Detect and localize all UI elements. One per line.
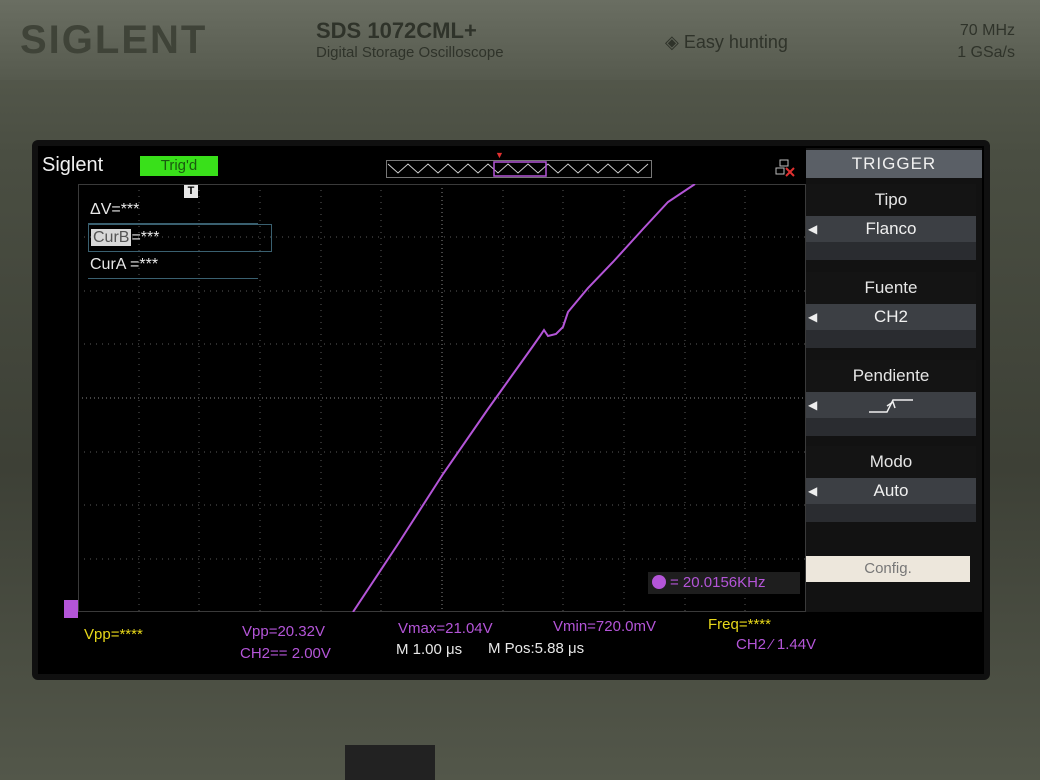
screen-logo: Siglent	[42, 154, 104, 176]
model-name: SDS 1072CML+	[316, 18, 477, 43]
config-button[interactable]: Config.	[806, 556, 970, 582]
mpos-readout: M Pos:5.88 μs	[488, 640, 585, 657]
menu-item-value: CH2	[873, 307, 908, 326]
menu-item-tipo[interactable]: Tipo ◀ Flanco	[806, 184, 976, 260]
vmax-readout: Vmax=21.04V	[398, 620, 493, 637]
timebase-readout: M 1.00 μs	[396, 641, 463, 658]
menu-item-label: Modo	[806, 446, 976, 478]
ch2-scale-readout: CH2== 2.00V	[240, 645, 331, 662]
menu-arrow-icon: ◀	[808, 484, 818, 498]
frequency-value: = 20.0156KHz	[670, 574, 766, 591]
cursor-readout-panel: ΔV=*** CurB =*** CurA =***	[88, 197, 272, 279]
menu-item-label: Pendiente	[806, 360, 976, 392]
sample-rate-label: 1 GSa/s	[957, 44, 1015, 61]
ch2-level-marker	[64, 600, 78, 618]
delta-v-readout: ΔV=***	[88, 197, 258, 224]
trigger-position-marker: ▼	[495, 150, 504, 160]
frequency-counter: = 20.0156KHz	[648, 572, 800, 594]
bottom-connector	[345, 745, 435, 780]
menu-item-modo[interactable]: Modo ◀ Auto	[806, 446, 976, 522]
ch2-trace	[352, 184, 696, 612]
top-panel: SIGLENT SDS 1072CML+ Digital Storage Osc…	[0, 0, 1040, 80]
cur-b-value: =***	[131, 229, 160, 246]
menu-arrow-icon: ◀	[808, 222, 818, 236]
frequency-icon	[652, 575, 666, 590]
menu-arrow-icon: ◀	[808, 310, 818, 324]
vmin-readout: Vmin=720.0mV	[553, 618, 656, 635]
easy-hunting-label: ◈ Easy hunting	[665, 32, 788, 52]
menu-item-value: Auto	[873, 481, 909, 500]
menu-item-pendiente[interactable]: Pendiente ◀	[806, 360, 976, 436]
menu-title: TRIGGER	[806, 150, 982, 178]
cur-b-label: CurB	[91, 229, 132, 246]
ch1-vpp-readout: Vpp=****	[84, 626, 143, 643]
menu-arrow-icon: ◀	[808, 398, 818, 412]
usb-disconnected-icon	[775, 159, 795, 177]
trigger-status-badge: Trig'd	[140, 156, 218, 176]
menu-item-label: Tipo	[806, 184, 976, 216]
cur-b-readout[interactable]: CurB =***	[88, 224, 272, 252]
trigger-level-readout: CH2 ⁄ 1.44V	[736, 636, 817, 653]
ch2-vpp-readout: Vpp=20.32V	[242, 623, 325, 640]
cur-a-readout: CurA =***	[88, 252, 258, 279]
waveform-overview	[386, 160, 652, 178]
brand-logo: SIGLENT	[20, 18, 208, 62]
menu-item-label: Fuente	[806, 272, 976, 304]
rising-edge-icon	[869, 398, 913, 413]
model-subtitle: Digital Storage Oscilloscope	[316, 44, 504, 61]
freq-readout: Freq=****	[708, 616, 771, 633]
bandwidth-label: 70 MHz	[959, 22, 1015, 39]
menu-item-fuente[interactable]: Fuente ◀ CH2	[806, 272, 976, 348]
menu-item-value: Flanco	[865, 219, 917, 238]
